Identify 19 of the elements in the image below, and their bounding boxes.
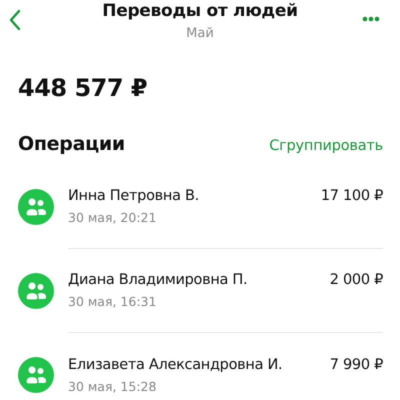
transfer-amount: 17 100 ₽ — [320, 188, 383, 204]
transfer-date: 30 мая, 15:28 — [68, 378, 158, 394]
more-icon[interactable] — [362, 16, 380, 22]
back-icon[interactable] — [8, 8, 22, 32]
screen-subtitle: Май — [186, 26, 214, 42]
sender-name: Инна Петровна В. — [68, 188, 199, 204]
screen-title: Переводы от людей — [102, 1, 298, 21]
transfer-date: 30 мая, 20:21 — [68, 210, 158, 225]
group-link[interactable]: Сгруппировать — [269, 138, 383, 154]
people-icon — [18, 273, 54, 309]
section-title: Операции — [18, 133, 125, 155]
people-icon — [18, 357, 54, 393]
sender-name: Елизавета Александровна И. — [68, 356, 282, 372]
people-icon — [18, 189, 54, 225]
transfer-amount: 2 000 ₽ — [330, 272, 383, 288]
transfer-amount: 7 990 ₽ — [330, 356, 383, 372]
total-amount: 448 577 ₽ — [18, 73, 148, 103]
transfer-date: 30 мая, 16:31 — [68, 294, 158, 309]
sender-name: Диана Владимировна П. — [68, 272, 248, 288]
